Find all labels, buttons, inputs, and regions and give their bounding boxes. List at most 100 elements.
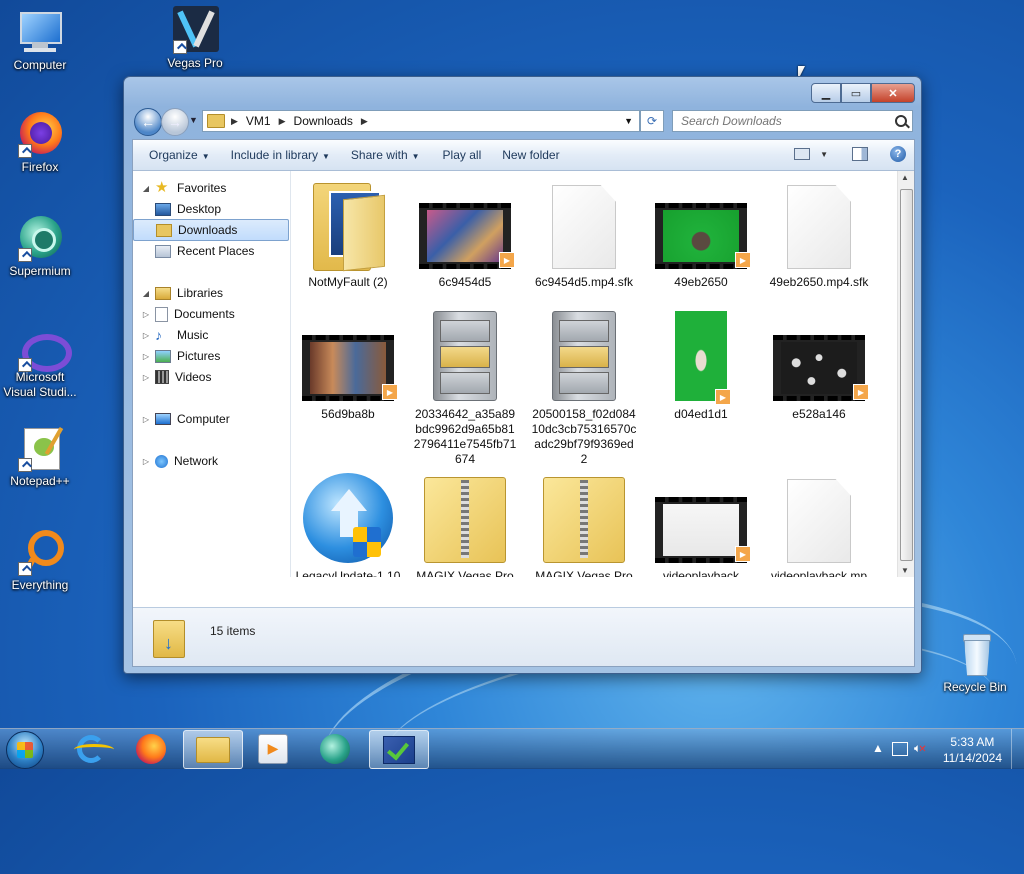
breadcrumb-vm1[interactable]: VM1 — [246, 114, 271, 128]
search-input[interactable] — [679, 113, 893, 129]
folder-icon — [313, 183, 385, 272]
new-folder-button[interactable]: New folder — [490, 148, 568, 162]
file-item[interactable]: ▶ videoplayback — [646, 471, 756, 577]
collapsed-arrow-icon[interactable]: ▷ — [141, 457, 151, 466]
file-item[interactable]: ▶ 6c9454d5 — [410, 177, 520, 290]
taskbar: ▶ ▲ 🔈︎✕ 5:33 AM 11/14/2024 — [0, 728, 1024, 769]
scroll-thumb[interactable] — [900, 189, 913, 561]
explorer-folder-icon — [196, 736, 230, 763]
file-item[interactable]: ▶ 49eb2650 — [646, 177, 756, 290]
nav-documents[interactable]: ▷ Documents — [133, 304, 289, 324]
desktop-icon-everything[interactable]: Everything — [0, 528, 80, 592]
file-item[interactable]: 6c9454d5.mp4.sfk — [529, 177, 639, 290]
view-dropdown-icon[interactable]: ▼ — [820, 150, 828, 159]
desktop-icon-supermium[interactable]: Supermium — [0, 214, 80, 278]
file-item[interactable]: 20500158_f02d08410dc3cb75316570cadc29bf7… — [529, 309, 639, 467]
organize-button[interactable]: Organize ▼ — [133, 148, 219, 162]
minimize-button[interactable]: ▁ — [811, 83, 841, 103]
recent-pages-dropdown[interactable]: ▼ — [189, 115, 198, 125]
folder-icon — [207, 114, 225, 128]
nav-favorites[interactable]: ◢ ★ Favorites — [133, 178, 289, 198]
network-status-icon[interactable] — [892, 742, 908, 756]
desktop-icon-label: Notepad++ — [10, 474, 70, 488]
nav-music[interactable]: ▷ ♪ Music — [133, 325, 289, 345]
dropdown-arrow-icon: ▼ — [411, 152, 420, 161]
explorer-window[interactable]: ▁ ▭ ✕ ← → ▼ ▶ VM1 ▶ Downloads ▶ ▼ ⟳ Orga… — [123, 76, 922, 674]
file-item[interactable]: LegacyUpdate-1.10 — [293, 471, 403, 577]
start-button[interactable] — [6, 731, 44, 769]
taskbar-firefox[interactable] — [122, 730, 180, 767]
maximize-button[interactable]: ▭ — [841, 83, 871, 103]
nav-videos[interactable]: ▷ Videos — [133, 367, 289, 387]
share-with-button[interactable]: Share with ▼ — [339, 148, 429, 162]
breadcrumb-chevron-icon[interactable]: ▶ — [279, 116, 286, 127]
clock[interactable]: 5:33 AM 11/14/2024 — [943, 734, 1002, 766]
file-item[interactable]: ▶ d04ed1d1 — [646, 309, 756, 422]
breadcrumb-chevron-icon[interactable]: ▶ — [361, 116, 368, 127]
file-item[interactable]: videoplayback.mp4.sfk — [764, 471, 874, 577]
refresh-button[interactable]: ⟳ — [640, 110, 664, 132]
nav-computer[interactable]: ▷ Computer — [133, 409, 289, 429]
vertical-scrollbar[interactable]: ▲ ▼ — [897, 171, 914, 577]
help-icon[interactable]: ? — [890, 146, 906, 162]
address-dropdown-icon[interactable]: ▼ — [624, 116, 633, 126]
blank-document-icon — [787, 479, 851, 563]
desktop-icon-label: Firefox — [21, 160, 59, 174]
file-item[interactable]: MAGIX Vegas Pro 14 Build 270 RePack by — [410, 471, 520, 577]
scroll-up-icon[interactable]: ▲ — [901, 173, 909, 182]
volume-muted-icon[interactable]: 🔈︎✕ — [914, 741, 927, 756]
preview-pane-icon[interactable] — [852, 147, 868, 161]
collapsed-arrow-icon[interactable]: ▷ — [141, 310, 151, 319]
network-icon — [155, 454, 168, 468]
vegas-pro-icon — [171, 6, 219, 54]
desktop-icon-notepadpp[interactable]: Notepad++ — [0, 424, 80, 488]
collapsed-arrow-icon[interactable]: ▷ — [141, 352, 151, 361]
desktop-icon-computer[interactable]: Computer — [0, 8, 80, 72]
nav-downloads[interactable]: Downloads — [133, 219, 289, 241]
back-button[interactable]: ← — [134, 108, 162, 136]
breadcrumb-downloads[interactable]: Downloads — [294, 114, 353, 128]
desktop-icon-firefox[interactable]: Firefox — [0, 110, 80, 174]
details-pane: 15 items — [133, 607, 914, 666]
file-item[interactable]: 20334642_a35a89bdc9962d9a65b812796411e75… — [410, 309, 520, 467]
collapsed-arrow-icon[interactable]: ▷ — [141, 415, 151, 424]
play-icon: ▶ — [735, 546, 751, 562]
nav-recent-places[interactable]: Recent Places — [133, 241, 289, 261]
forward-button[interactable]: → — [161, 108, 189, 136]
play-all-button[interactable]: Play all — [429, 148, 491, 162]
taskbar-windows-explorer[interactable] — [183, 730, 243, 769]
expanded-arrow-icon[interactable]: ◢ — [141, 184, 151, 193]
file-item[interactable]: MAGIX Vegas Pro 16 Build 424 RePack by — [529, 471, 639, 577]
change-view-icon[interactable] — [794, 148, 811, 160]
show-desktop-button[interactable] — [1011, 729, 1024, 769]
file-item[interactable]: 49eb2650.mp4.sfk — [764, 177, 874, 290]
taskbar-supermium[interactable] — [306, 730, 364, 767]
file-item[interactable]: ▶ 56d9ba8b — [293, 309, 403, 422]
taskbar-internet-explorer[interactable] — [62, 730, 120, 767]
expanded-arrow-icon[interactable]: ◢ — [141, 289, 151, 298]
show-hidden-icons-icon[interactable]: ▲ — [872, 741, 884, 755]
desktop-icon-label: Vegas Pro — [167, 56, 223, 70]
breadcrumb-chevron-icon[interactable]: ▶ — [231, 116, 238, 127]
desktop-icon-recycle-bin[interactable]: Recycle Bin — [935, 630, 1015, 694]
back-arrow-icon: ← — [141, 114, 155, 130]
collapsed-arrow-icon[interactable]: ▷ — [141, 331, 151, 340]
file-item[interactable]: NotMyFault (2) — [293, 177, 403, 290]
desktop-icon-visual-studio[interactable]: Microsoft Visual Studi... — [0, 330, 80, 400]
file-item[interactable]: ▶ e528a146 — [764, 309, 874, 422]
desktop-icon-vegas-pro[interactable]: Vegas Pro — [155, 6, 235, 70]
nav-pictures[interactable]: ▷ Pictures — [133, 346, 289, 366]
file-list: NotMyFault (2) ▶ 6c9454d5 6c9454d5.mp4.s… — [293, 171, 902, 577]
taskbar-active-app[interactable] — [369, 730, 429, 769]
visual-studio-icon — [16, 330, 72, 372]
scroll-down-icon[interactable]: ▼ — [901, 566, 909, 575]
taskbar-media-player[interactable]: ▶ — [244, 730, 302, 767]
address-bar[interactable]: ▶ VM1 ▶ Downloads ▶ ▼ — [202, 110, 640, 132]
close-button[interactable]: ✕ — [871, 83, 915, 103]
collapsed-arrow-icon[interactable]: ▷ — [141, 373, 151, 382]
include-in-library-button[interactable]: Include in library ▼ — [219, 148, 339, 162]
search-box[interactable] — [672, 110, 913, 132]
nav-libraries[interactable]: ◢ Libraries — [133, 283, 289, 303]
nav-network[interactable]: ▷ Network — [133, 451, 289, 471]
nav-desktop[interactable]: Desktop — [133, 199, 289, 219]
